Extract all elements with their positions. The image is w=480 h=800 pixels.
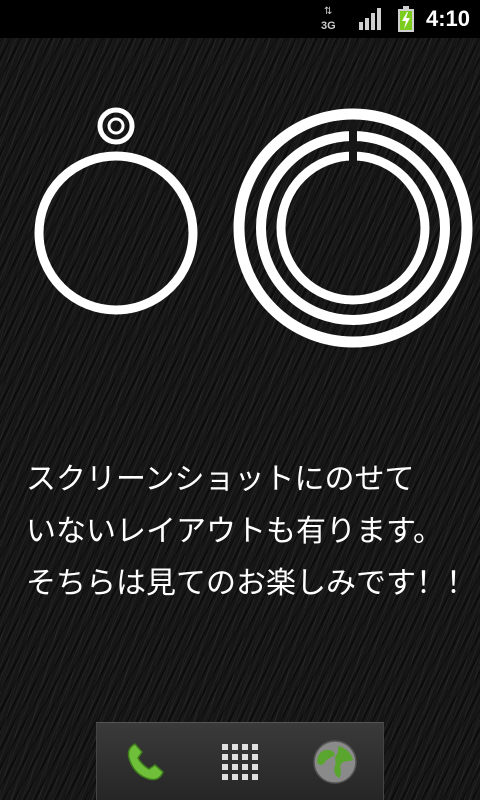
ring-graphic[interactable] [0, 38, 480, 368]
signal-strength-icon [358, 8, 381, 30]
message-line-1: スクリーンショットにのせて [26, 462, 415, 497]
small-inner-ring [107, 117, 125, 135]
message-line-2: いないレイアウトも有ります。 [26, 514, 443, 549]
app-drawer-icon [221, 743, 258, 780]
browser-globe-icon [313, 739, 358, 784]
inner-ring [276, 151, 430, 305]
ring-gap [349, 122, 357, 166]
phone-button[interactable] [115, 732, 175, 792]
status-bar: ⇅ 3G 4:10 [0, 0, 480, 38]
concentric-ring-widget[interactable] [233, 108, 473, 348]
battery-charging-icon [397, 6, 414, 32]
message-line-3: そちらは見てのお楽しみです！！ [26, 566, 476, 601]
phone-icon [127, 742, 164, 780]
browser-button[interactable] [305, 732, 365, 792]
app-dock [96, 722, 384, 800]
network-type-label: 3G [320, 20, 336, 32]
app-drawer-button[interactable] [210, 732, 270, 792]
home-message: スクリーンショットにのせて いないレイアウトも有ります。 そちらは見てのお楽しみ… [26, 454, 480, 610]
small-ring [97, 107, 135, 145]
status-clock: 4:10 [425, 6, 470, 31]
single-ring-widget[interactable] [34, 107, 198, 315]
large-left-ring [34, 151, 198, 315]
data-activity-icon: ⇅ 3G [320, 6, 336, 33]
